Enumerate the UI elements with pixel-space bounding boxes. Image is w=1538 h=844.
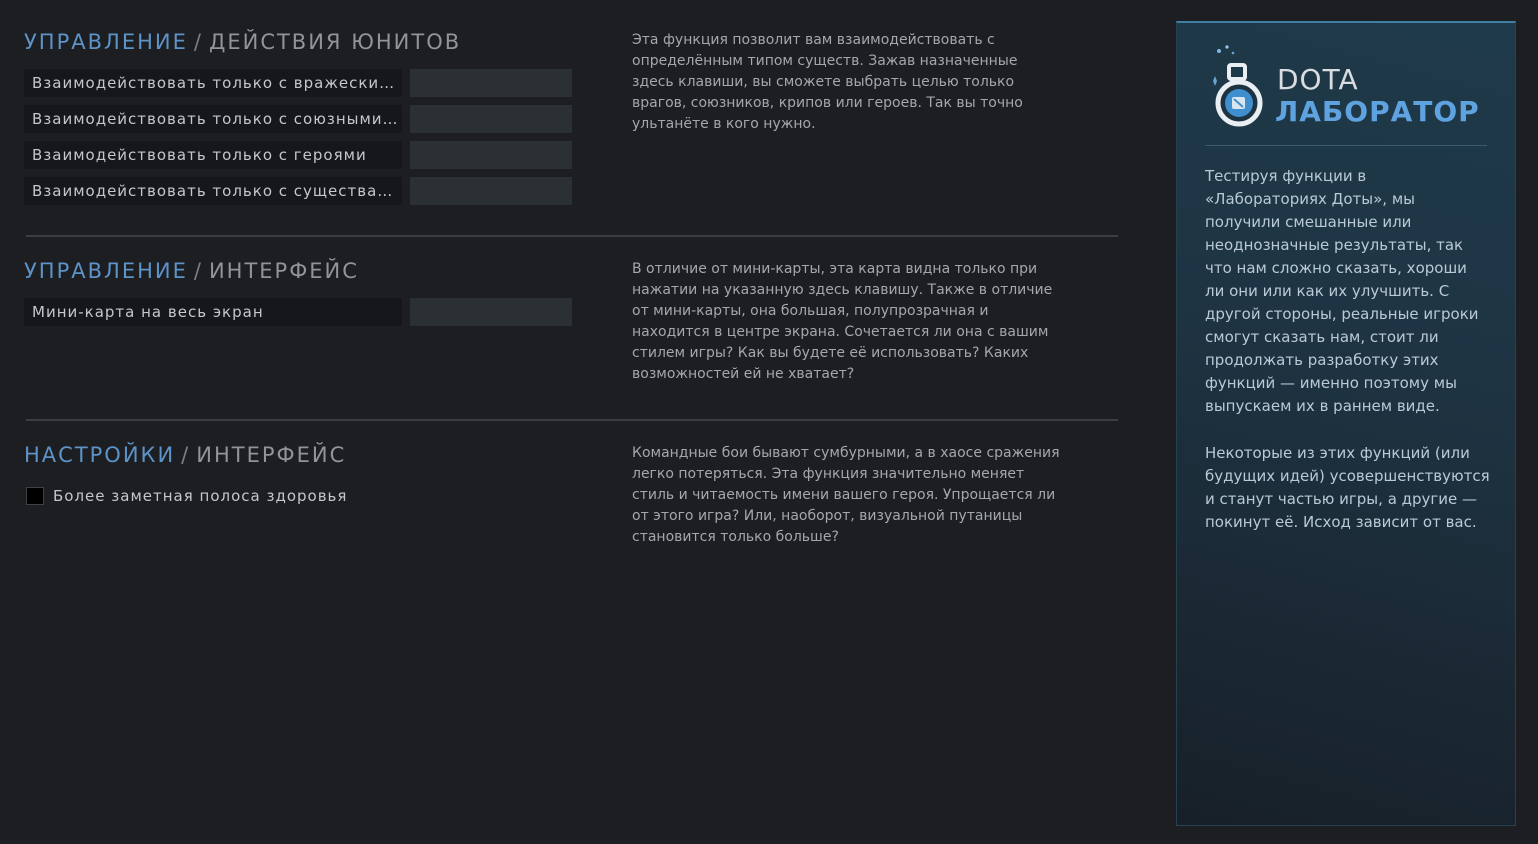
section-separator: / xyxy=(193,259,203,283)
keybind-input[interactable] xyxy=(410,141,572,169)
keybind-label: Взаимодействовать только с героями xyxy=(24,141,402,169)
section-settings-interface: НАСТРОЙКИ / ИНТЕРФЕЙС Более заметная полос… xyxy=(24,443,1118,563)
logo-title-labs: ЛАБОРАТОР xyxy=(1275,95,1480,128)
keybind-input[interactable] xyxy=(410,298,572,326)
keybind-label: Взаимодействовать только с вражески… xyxy=(24,69,402,97)
health-bar-checkbox[interactable] xyxy=(26,487,44,505)
keybind-label: Взаимодействовать только с существа… xyxy=(24,177,402,205)
section-divider xyxy=(26,419,1118,421)
checkbox-label: Более заметная полоса здоровья xyxy=(53,487,348,505)
dota-labs-logo: DOTA ЛАБОРАТОР xyxy=(1209,41,1499,131)
section-title: НАСТРОЙКИ / ИНТЕРФЕЙС xyxy=(24,443,346,467)
panel-paragraph-1: Тестируя функции в «Лабораториях Доты», … xyxy=(1205,167,1479,415)
section-category: УПРАВЛЕНИЕ xyxy=(24,30,188,54)
section-description: Командные бои бывают сумбурными, а в хао… xyxy=(632,445,1060,545)
section-title: УПРАВЛЕНИЕ / ДЕЙСТВИЯ ЮНИТОВ xyxy=(24,30,461,54)
section-subcategory: ИНТЕРФЕЙС xyxy=(208,259,359,283)
panel-paragraph-2: Некоторые из этих функций (или будущих и… xyxy=(1205,444,1490,531)
section-separator: / xyxy=(193,30,203,54)
section-subcategory: ИНТЕРФЕЙС xyxy=(196,443,347,467)
section-unit-actions: УПРАВЛЕНИЕ / ДЕЙСТВИЯ ЮНИТОВ Взаимодейство… xyxy=(24,30,1118,210)
section-category: УПРАВЛЕНИЕ xyxy=(24,259,188,283)
section-category: НАСТРОЙКИ xyxy=(24,443,176,467)
section-description: Эта функция позволит вам взаимодействова… xyxy=(632,32,1023,132)
section-separator: / xyxy=(181,443,191,467)
keybind-input[interactable] xyxy=(410,105,572,133)
section-subcategory: ДЕЙСТВИЯ ЮНИТОВ xyxy=(208,30,462,54)
section-title: УПРАВЛЕНИЕ / ИНТЕРФЕЙС xyxy=(24,259,359,283)
health-bar-option[interactable]: Более заметная полоса здоровья xyxy=(24,485,384,507)
section-description: В отличие от мини-карты, эта карта видна… xyxy=(632,261,1053,382)
keybind-label: Мини-карта на весь экран xyxy=(24,298,402,326)
section-divider xyxy=(26,235,1118,237)
panel-divider xyxy=(1205,145,1487,146)
keybind-input[interactable] xyxy=(410,177,572,205)
section-control-interface: УПРАВЛЕНИЕ / ИНТЕРФЕЙС Мини-карта на весь … xyxy=(24,259,1118,399)
logo-title-dota: DOTA xyxy=(1277,63,1359,96)
keybind-label: Взаимодействовать только с союзными… xyxy=(24,105,402,133)
flask-icon xyxy=(1213,45,1263,127)
dota-labs-panel: DOTA ЛАБОРАТОР Тестируя функции в «Лабор… xyxy=(1176,21,1516,826)
keybind-input[interactable] xyxy=(410,69,572,97)
